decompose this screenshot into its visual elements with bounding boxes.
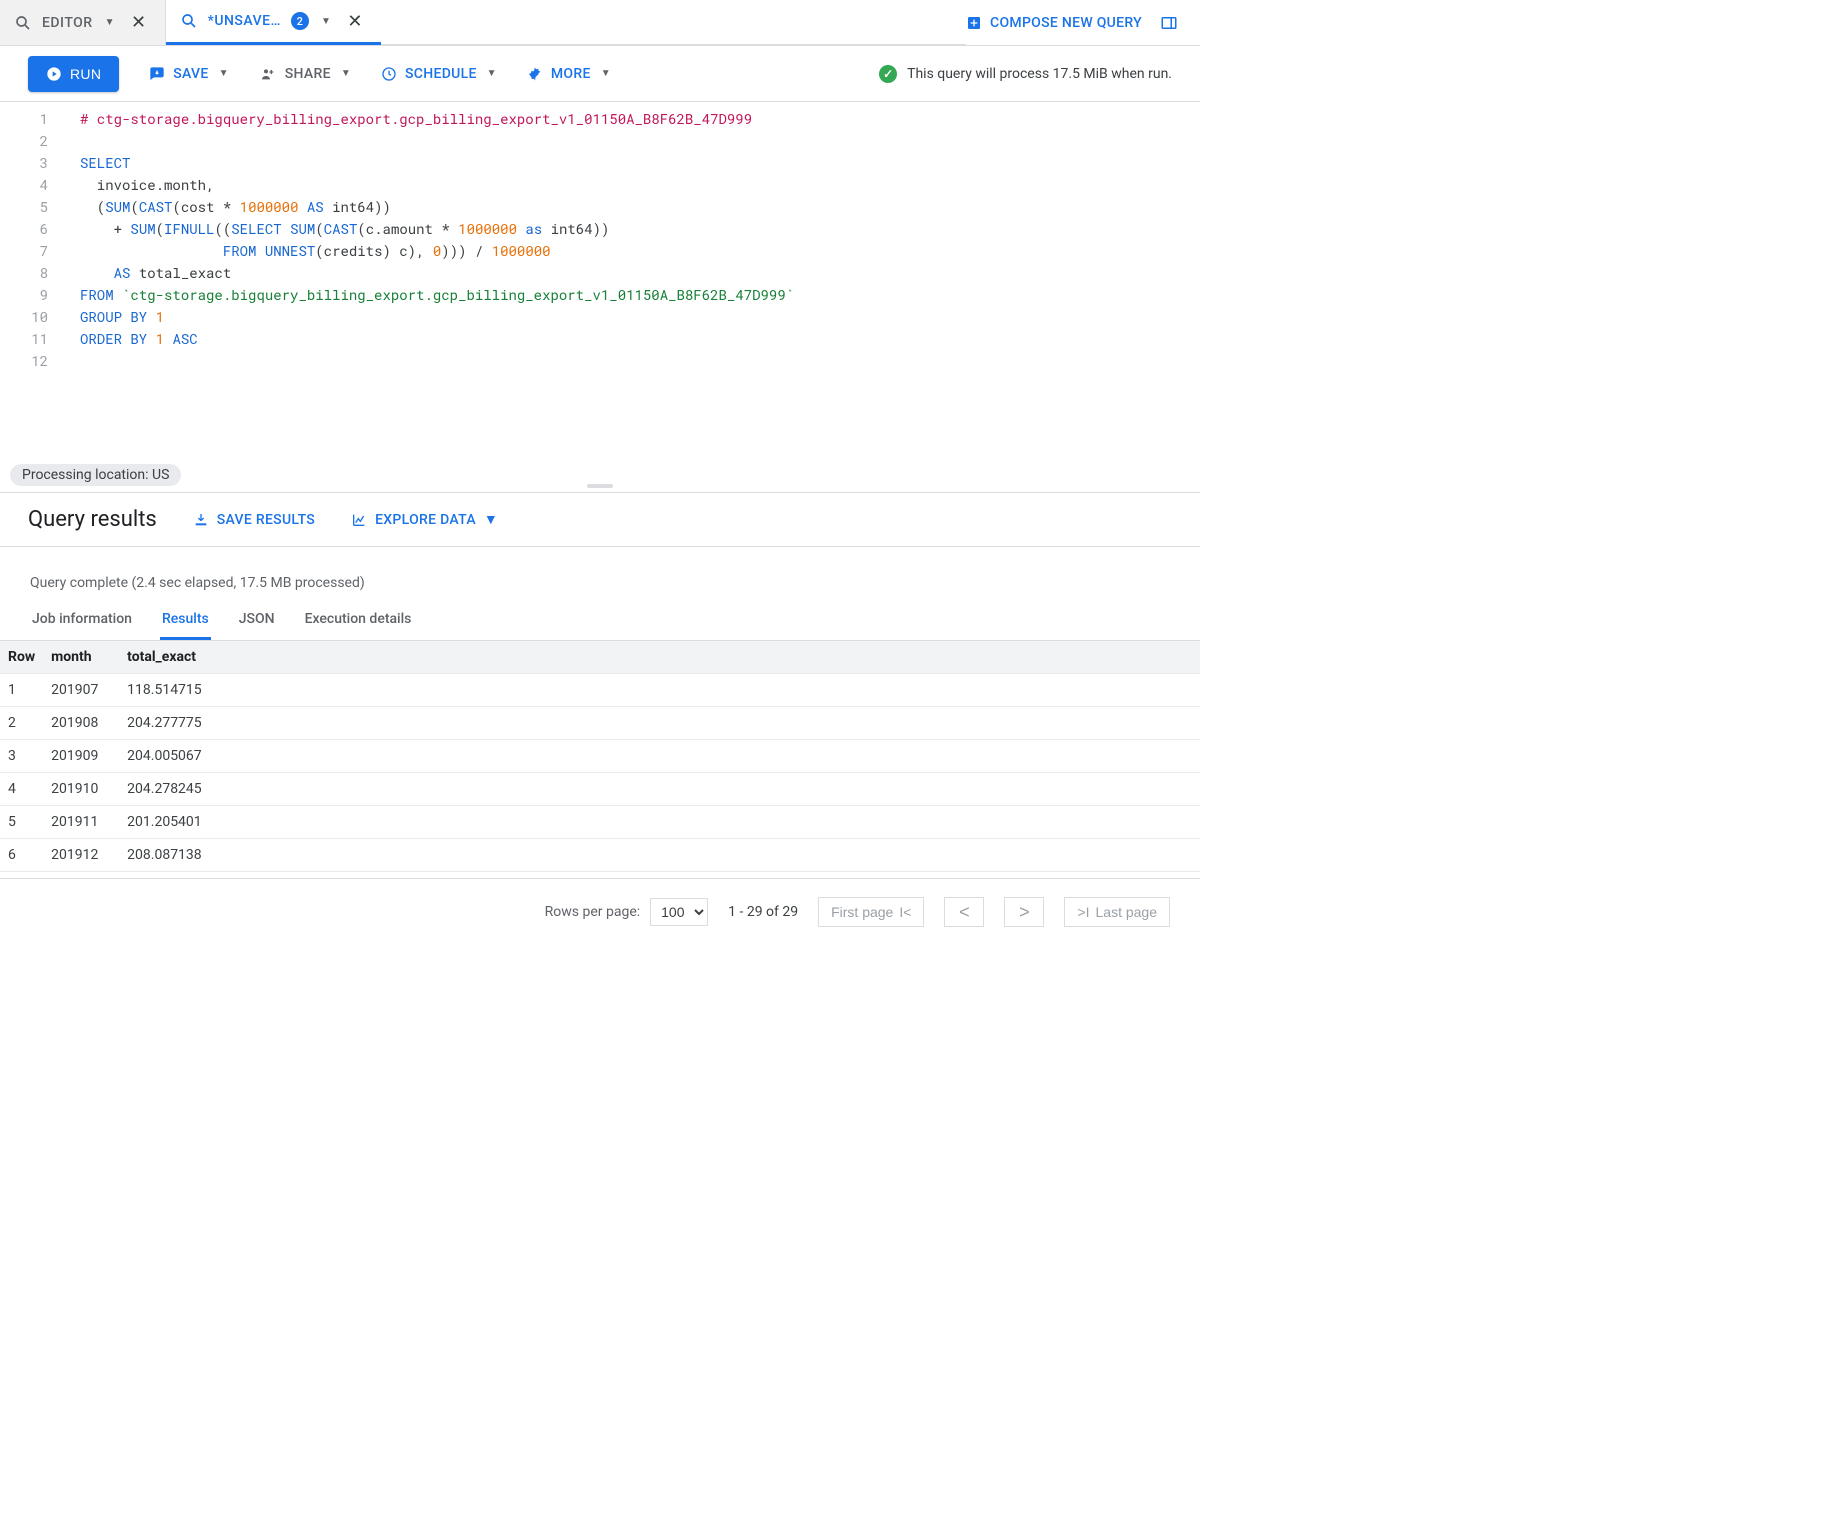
last-page-button[interactable]: >I Last page xyxy=(1064,897,1170,927)
share-button[interactable]: SHARE ▼ xyxy=(259,66,351,82)
save-icon xyxy=(149,66,165,82)
check-circle-icon: ✓ xyxy=(879,65,897,83)
tab-execution-details[interactable]: Execution details xyxy=(303,603,414,640)
table-row: 5201911201.205401 xyxy=(0,806,1200,839)
run-button[interactable]: RUN xyxy=(28,56,119,92)
chart-icon xyxy=(351,512,367,528)
plus-icon xyxy=(966,15,982,31)
col-month: month xyxy=(43,641,119,674)
chevron-down-icon: ▼ xyxy=(601,68,611,79)
query-complete-message: Query complete (2.4 sec elapsed, 17.5 MB… xyxy=(0,547,1200,603)
chevron-right-icon: > xyxy=(1019,902,1030,923)
tab-editor-label: EDITOR xyxy=(42,15,93,31)
table-row: 2201908204.277775 xyxy=(0,707,1200,740)
tab-unsaved-menu-arrow[interactable]: ▼ xyxy=(319,16,333,27)
chevron-down-icon: ▼ xyxy=(484,511,498,528)
compose-label: COMPOSE NEW QUERY xyxy=(990,15,1142,31)
more-button[interactable]: MORE ▼ xyxy=(527,66,611,82)
chevron-left-icon: < xyxy=(959,902,970,923)
tab-json[interactable]: JSON xyxy=(237,603,277,640)
tab-unsaved-label: *UNSAVE… xyxy=(208,13,281,29)
chevron-down-icon: ▼ xyxy=(341,68,351,79)
next-page-button[interactable]: > xyxy=(1004,897,1044,927)
schedule-button[interactable]: SCHEDULE ▼ xyxy=(381,66,497,82)
table-row: 6201912208.087138 xyxy=(0,839,1200,872)
first-page-button[interactable]: First page I< xyxy=(818,897,924,927)
magnify-icon xyxy=(14,14,32,32)
tab-editor-close-icon[interactable]: ✕ xyxy=(127,12,151,33)
code-editor[interactable]: 123 456 789 101112 # ctg-storage.bigquer… xyxy=(0,102,1200,492)
gear-icon xyxy=(527,66,543,82)
tab-job-information[interactable]: Job information xyxy=(30,603,134,640)
resize-handle[interactable] xyxy=(587,484,613,488)
col-total-exact: total_exact xyxy=(119,641,229,674)
magnify-icon xyxy=(180,12,198,30)
query-validator: ✓ This query will process 17.5 MiB when … xyxy=(879,65,1172,83)
table-row: 4201910204.278245 xyxy=(0,773,1200,806)
tab-results[interactable]: Results xyxy=(160,603,211,640)
download-icon xyxy=(193,512,209,528)
first-page-icon: I< xyxy=(899,904,911,920)
last-page-icon: >I xyxy=(1077,904,1089,920)
tab-editor[interactable]: EDITOR ▼ ✕ xyxy=(0,0,166,45)
rows-per-page-select[interactable]: 100 xyxy=(650,898,708,926)
table-row: 1201907118.514715 xyxy=(0,674,1200,707)
play-icon xyxy=(46,66,62,82)
chevron-down-icon: ▼ xyxy=(487,68,497,79)
compose-new-query-button[interactable]: COMPOSE NEW QUERY xyxy=(966,15,1142,31)
query-results-title: Query results xyxy=(28,507,157,532)
line-gutter: 123 456 789 101112 xyxy=(0,102,60,492)
clock-icon xyxy=(381,66,397,82)
results-table: Row month total_exact 1201907118.5147152… xyxy=(0,641,1200,872)
col-row: Row xyxy=(0,641,43,674)
tab-editor-menu-arrow[interactable]: ▼ xyxy=(103,17,117,28)
processing-location-badge: Processing location: US xyxy=(10,464,181,486)
run-label: RUN xyxy=(70,66,101,82)
save-button[interactable]: SAVE ▼ xyxy=(149,66,229,82)
explore-data-button[interactable]: EXPLORE DATA ▼ xyxy=(351,511,498,528)
share-icon xyxy=(259,66,277,82)
chevron-down-icon: ▼ xyxy=(219,68,229,79)
prev-page-button[interactable]: < xyxy=(944,897,984,927)
tab-unsaved-badge: 2 xyxy=(291,12,309,30)
page-range: 1 - 29 of 29 xyxy=(728,904,798,920)
code-content[interactable]: # ctg-storage.bigquery_billing_export.gc… xyxy=(60,102,1200,492)
panel-toggle-icon[interactable] xyxy=(1160,14,1178,32)
rows-per-page-label: Rows per page: xyxy=(545,904,640,920)
tab-unsaved[interactable]: *UNSAVE… 2 ▼ ✕ xyxy=(166,0,381,45)
validator-message: This query will process 17.5 MiB when ru… xyxy=(907,66,1172,82)
tab-unsaved-close-icon[interactable]: ✕ xyxy=(343,11,367,32)
save-results-button[interactable]: SAVE RESULTS xyxy=(193,512,315,528)
table-row: 3201909204.005067 xyxy=(0,740,1200,773)
